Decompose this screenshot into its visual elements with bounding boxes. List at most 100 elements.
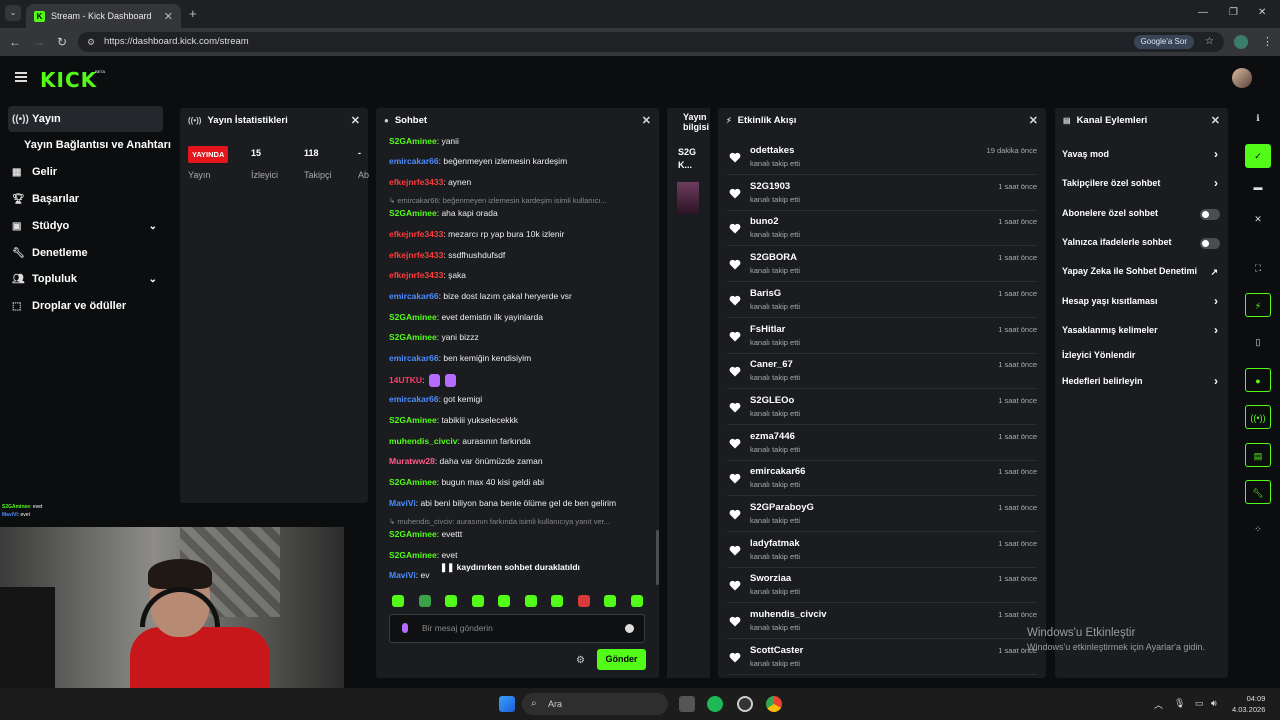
chat-message[interactable]: S2GAminee: aha kapi orada — [389, 208, 498, 218]
stats-icon[interactable]: ▤ — [1245, 443, 1271, 467]
follower-name[interactable]: emircakar66 — [750, 466, 805, 477]
chat-message[interactable]: emircakar66: ben kemiğin kendisiyim — [389, 353, 531, 363]
activity-item[interactable]: ladyfatmak kanalı takip etti 1 saat önce — [727, 534, 1037, 568]
chat-username[interactable]: emircakar66 — [389, 291, 439, 301]
follower-name[interactable]: ezma7446 — [750, 431, 795, 442]
start-icon[interactable] — [499, 696, 515, 712]
sidebar-item-denetleme[interactable]: 🔧︎ Denetleme — [8, 240, 163, 266]
activity-item[interactable]: Caner_67 kanalı takip etti 1 saat önce — [727, 355, 1037, 390]
chat-message[interactable]: S2GAminee: bugun max 40 kisi geldi abi — [389, 477, 544, 487]
tab-search-icon[interactable]: ⌄ — [5, 5, 21, 21]
channel-action-row[interactable]: Yalnızca ifadelerle sohbet — [1062, 237, 1222, 255]
close-icon[interactable]: ✕ — [351, 114, 360, 127]
minimize-icon[interactable]: — — [1198, 7, 1208, 18]
chat-settings-gear-icon[interactable]: ⚙ — [576, 655, 585, 666]
task-view-icon[interactable] — [679, 696, 695, 712]
chat-username[interactable]: Muratww28 — [389, 456, 435, 466]
sidebar-item-topluluk[interactable]: 👥︎ Topluluk ⌄ — [8, 266, 163, 292]
info-icon[interactable]: ℹ — [1245, 106, 1271, 130]
chat-message[interactable]: S2GAminee: evet — [389, 550, 458, 560]
chat-message[interactable]: S2GAminee: yanii — [389, 136, 459, 146]
emoji-icon[interactable] — [625, 624, 634, 633]
tray-chevron-icon[interactable]: ︿ — [1154, 698, 1163, 711]
chat-username[interactable]: muhendis_civciv — [389, 436, 458, 446]
chat-message[interactable]: S2GAminee: tabikiii yukselecekkk — [389, 415, 518, 425]
fullscreen-icon[interactable]: ⛶ — [1245, 256, 1271, 280]
reload-icon[interactable]: ↻ — [57, 35, 67, 49]
browser-tab[interactable]: K Stream - Kick Dashboard ✕ — [26, 4, 181, 28]
microphone-icon[interactable]: 🎙︎ — [1174, 698, 1185, 709]
kick-logo[interactable]: KICK — [40, 68, 97, 92]
send-button[interactable]: Gönder — [597, 649, 646, 670]
activity-item[interactable]: emircakar66 kanalı takip etti 1 saat önce — [727, 462, 1037, 497]
activity-item[interactable]: buno2 kanalı takip etti 1 saat önce — [727, 212, 1037, 247]
chat-message[interactable]: efkejnrfe3433: mezarcı rp yap bura 10k i… — [389, 229, 564, 239]
forward-icon[interactable]: → — [33, 35, 45, 49]
tab-close-icon[interactable]: ✕ — [164, 10, 173, 23]
chat-username[interactable]: efkejnrfe3433 — [389, 250, 443, 260]
emote-icon[interactable] — [418, 595, 431, 607]
chat-username[interactable]: emircakar66 — [389, 394, 439, 404]
chat-username[interactable]: S2GAminee — [389, 415, 437, 425]
follower-name[interactable]: Caner_67 — [750, 359, 793, 370]
window-close-icon[interactable]: ✕ — [1258, 7, 1266, 18]
site-info-icon[interactable]: ⚙ — [87, 32, 95, 52]
back-icon[interactable]: ← — [9, 35, 21, 49]
browser-menu-icon[interactable]: ⋮ — [1262, 35, 1273, 48]
activity-item[interactable]: ezma7446 kanalı takip etti 1 saat önce — [727, 427, 1037, 461]
chat-username[interactable]: efkejnrfe3433 — [389, 270, 443, 280]
sidebar-item-stream-key[interactable]: Yayın Bağlantısı ve Anahtarı — [24, 139, 171, 151]
obs-icon[interactable] — [737, 696, 753, 712]
emote-icon[interactable] — [577, 595, 590, 607]
spotify-icon[interactable] — [707, 696, 723, 712]
chat-username[interactable]: emircakar66 — [389, 156, 439, 166]
chat-message[interactable]: MaviVi: ev — [389, 570, 429, 580]
follower-name[interactable]: S2GLEOo — [750, 395, 794, 406]
mic-icon[interactable] — [402, 623, 408, 633]
chat-username[interactable]: S2GAminee — [389, 312, 437, 322]
check-icon[interactable]: ✓ — [1245, 144, 1271, 168]
maximize-icon[interactable]: ❐ — [1229, 7, 1238, 18]
activity-item[interactable]: S2GParaboyG kanalı takip etti 1 saat önce — [727, 498, 1037, 532]
wrench-icon[interactable]: 🔧︎ — [1245, 480, 1271, 504]
activity-item[interactable]: S2GLEOo kanalı takip etti 1 saat önce — [727, 391, 1037, 425]
user-avatar[interactable] — [1232, 68, 1252, 88]
taskbar-clock[interactable]: 04:09 4.03.2026 — [1232, 693, 1265, 715]
chat-reply-context[interactable]: ↳ emircakar66: beğenmeyen izlemesin kard… — [389, 196, 607, 205]
chat-username[interactable]: S2GAminee — [389, 208, 437, 218]
chat-message[interactable]: efkejnrfe3433: şaka — [389, 270, 466, 280]
channel-action-row[interactable]: Takipçilere özel sohbet › — [1062, 176, 1222, 196]
bookmark-star-icon[interactable]: ☆ — [1205, 32, 1214, 52]
channel-action-row[interactable]: Yavaş mod › — [1062, 147, 1222, 167]
chat-username[interactable]: 14UTKU — [389, 375, 422, 385]
chat-username[interactable]: S2GAminee — [389, 550, 437, 560]
chat-message[interactable]: emircakar66: beğenmeyen izlemesin kardeş… — [389, 156, 567, 166]
channel-action-row[interactable]: Hedefleri belirleyin › — [1062, 374, 1222, 394]
emote-icon[interactable] — [498, 595, 510, 607]
channel-action-row[interactable]: Yapay Zeka ile Sohbet Denetimi ↗ — [1062, 266, 1222, 284]
activity-item[interactable]: ScottCaster kanalı takip etti 1 saat önce — [727, 641, 1037, 675]
browser-profile-icon[interactable] — [1234, 35, 1248, 49]
emote-icon[interactable] — [471, 595, 484, 607]
emote-icon[interactable] — [524, 595, 537, 607]
sidebar-item-basarilar[interactable]: 🏆︎ Başarılar — [8, 186, 163, 212]
chat-message[interactable]: 14UTKU: — [389, 374, 457, 387]
emote-icon[interactable] — [630, 595, 643, 607]
sidebar-item-yayin[interactable]: ((•)) Yayın — [8, 106, 163, 132]
chat-username[interactable]: S2GAminee — [389, 136, 437, 146]
channel-action-row[interactable]: Hesap yaşı kısıtlaması › — [1062, 294, 1222, 314]
chat-username[interactable]: efkejnrfe3433 — [389, 177, 443, 187]
activity-item[interactable]: S2GBORA kanalı takip etti 1 saat önce — [727, 248, 1037, 283]
chat-message-list[interactable]: S2GAminee: yanii emircakar66: beğenmeyen … — [389, 0, 659, 720]
new-tab-button[interactable]: + — [189, 6, 197, 21]
follower-name[interactable]: muhendis_civciv — [750, 609, 827, 620]
sidebar-item-studyo[interactable]: ▣ Stüdyo ⌄ — [8, 213, 163, 239]
channel-action-row[interactable]: İzleyici Yönlendir — [1062, 350, 1222, 368]
network-icon[interactable]: ▭ — [1195, 698, 1204, 709]
broadcast-icon[interactable]: ((•)) — [1245, 405, 1271, 429]
activity-item[interactable]: FsHitlar kanalı takip etti 1 saat önce — [727, 320, 1037, 354]
chat-reply-context[interactable]: ↳ muhendis_civciv: aurasının farkında is… — [389, 517, 610, 526]
chat-username[interactable]: efkejnrfe3433 — [389, 229, 443, 239]
chat-message[interactable]: muhendis_civciv: aurasının farkında — [389, 436, 531, 446]
follower-name[interactable]: FsHitlar — [750, 324, 785, 335]
